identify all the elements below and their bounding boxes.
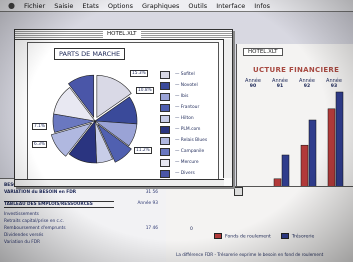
- legend-swatch: [160, 125, 170, 134]
- legend-item: — Campanile: [160, 146, 207, 157]
- legend-swatch: [160, 158, 170, 167]
- legend-swatch: [160, 136, 170, 145]
- legend-label: — Mercure: [175, 160, 199, 165]
- legend-label: — Hilton: [175, 116, 194, 121]
- legend-item: — Hilton: [160, 113, 207, 124]
- menu-options[interactable]: Options: [108, 2, 133, 10]
- legend-item: — Ibis: [160, 91, 207, 102]
- vertical-scrollbar[interactable]: [223, 39, 232, 178]
- legend-swatch: [160, 103, 170, 112]
- legend-item: — Mercure: [160, 157, 207, 168]
- legend-item: — Novotel: [160, 80, 207, 91]
- bar-legend: Fonds de roulement Trésorerie: [214, 233, 314, 240]
- legend-label: — Sofitel: [175, 72, 195, 77]
- apple-menu-icon[interactable]: ●: [8, 1, 15, 10]
- menu-graphiques[interactable]: Graphiques: [142, 2, 179, 10]
- legend-item: — Sofitel: [160, 69, 207, 80]
- menu-fichier[interactable]: Fichier: [24, 2, 45, 10]
- legend-item: — Frantour: [160, 102, 207, 113]
- legend-label: — Divers: [175, 171, 195, 176]
- table-row: TABLEAU DES EMPLOIS/RESSOURCES: [4, 201, 114, 208]
- pie-chart: [50, 74, 138, 164]
- menu-bar: ● Fichier Saisie Etats Options Graphique…: [0, 0, 353, 12]
- chart-area: PARTS DE MARCHE 15.3% 10.8% 7.1% 6.3% 11…: [27, 42, 219, 184]
- bar-chart-window[interactable]: 200 000 0 Fonds de roulement Trésorerie …: [166, 185, 353, 262]
- table-row: Investissements: [4, 212, 39, 217]
- menu-infos[interactable]: Infos: [254, 2, 270, 10]
- legend-item: Trésorerie: [280, 233, 314, 240]
- screen: ● Fichier Saisie Etats Options Graphique…: [0, 0, 353, 262]
- legend-swatch: [160, 147, 170, 156]
- slice-label: 11.2%: [134, 147, 152, 154]
- table-value: 31 56: [145, 190, 158, 195]
- legend-item: Fonds de roulement: [214, 233, 271, 240]
- footnote: La différence FDR - Trésorerie exprime l…: [176, 252, 324, 257]
- menu-etats[interactable]: Etats: [82, 2, 99, 10]
- legend-label: — Novotel: [175, 83, 198, 88]
- legend-swatch: [160, 70, 170, 79]
- legend-label: — PLM.com: [175, 127, 201, 132]
- legend-item: — Divers: [160, 168, 207, 179]
- legend-swatch: [160, 81, 170, 90]
- legend-label: — Ibis: [175, 94, 189, 99]
- menu-outils[interactable]: Outils: [188, 2, 207, 10]
- window-title: HOTEL.XLT: [103, 30, 141, 39]
- table-row: Retraits capital/prise en c.c.: [4, 219, 65, 224]
- menu-saisie[interactable]: Saisie: [54, 2, 73, 10]
- legend-label: — Frantour: [175, 105, 200, 110]
- table-value: Année 93: [137, 201, 158, 206]
- menu-interface[interactable]: Interface: [216, 2, 245, 10]
- table-row: Variation du FDR: [4, 240, 41, 245]
- table-row: Dividendes versés: [4, 233, 44, 238]
- pie-chart-window[interactable]: HOTEL.XLT PARTS DE MARCHE 15.3% 10.8% 7.…: [14, 29, 233, 187]
- table-row: Remboursement d'emprunts: [4, 226, 66, 231]
- legend-swatch: [160, 169, 170, 178]
- window-zoom-button[interactable]: [234, 187, 243, 196]
- slice-label: 10.8%: [136, 87, 154, 94]
- window-title-bar[interactable]: HOTEL.XLT: [15, 30, 232, 40]
- legend-label: — Relais Blues: [175, 138, 208, 143]
- slice-label: 15.3%: [130, 70, 148, 77]
- legend-swatch: [160, 92, 170, 101]
- legend-swatch: [160, 114, 170, 123]
- legend-item: — PLM.com: [160, 124, 207, 135]
- horizontal-scrollbar[interactable]: [15, 179, 224, 186]
- slice-label: 6.3%: [32, 141, 47, 148]
- y-axis-bottom-label: 0: [190, 227, 193, 232]
- table-value: 17 46: [145, 226, 158, 231]
- table-window[interactable]: BESOIN en FONDS de ROULEMENT 31 56 VARIA…: [0, 178, 166, 262]
- legend-item: — Relais Blues: [160, 135, 207, 146]
- table-row: VARIATION du BESOIN en FDR: [4, 190, 77, 195]
- legend-label: — Campanile: [175, 149, 205, 154]
- slice-label: 7.1%: [32, 123, 47, 130]
- pie-legend: — Sofitel — Novotel — Ibis — Frantour — Hilt…: [160, 69, 207, 179]
